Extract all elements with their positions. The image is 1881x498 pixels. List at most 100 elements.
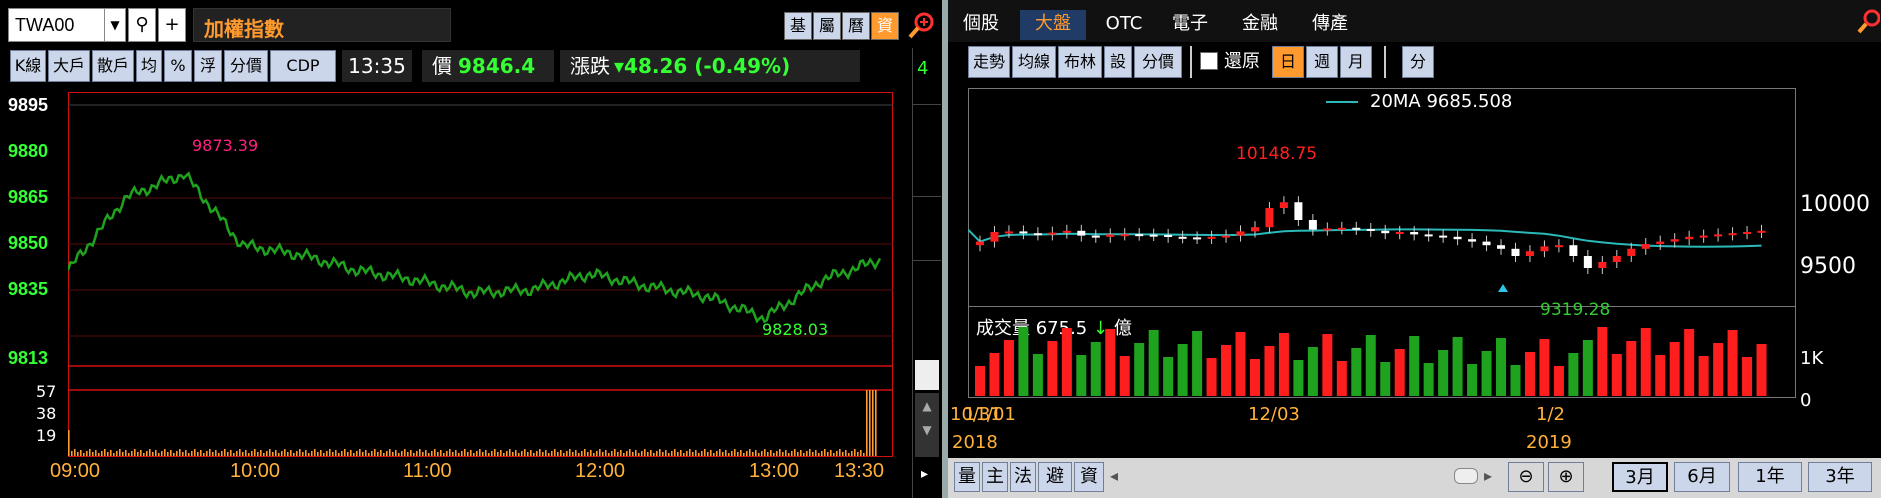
- scroll-thumb-horizontal[interactable]: [1454, 468, 1478, 484]
- period-day-button[interactable]: 日: [1272, 46, 1304, 78]
- volume-bar: [278, 453, 280, 456]
- price-dist-button[interactable]: 分價: [224, 50, 268, 82]
- period-week-button[interactable]: 週: [1306, 46, 1338, 78]
- float-button[interactable]: 浮: [194, 50, 222, 82]
- low-annotation: 9828.03: [762, 320, 829, 339]
- trend-button[interactable]: 走勢: [968, 46, 1010, 78]
- volume-bar: [287, 452, 289, 456]
- volume-bar: [359, 449, 361, 456]
- volume-button[interactable]: 量: [954, 462, 980, 492]
- daily-volume-bar: [1640, 328, 1651, 396]
- candle-body: [1656, 241, 1665, 244]
- candle-body: [1554, 245, 1563, 248]
- ma-button[interactable]: 均線: [1012, 46, 1056, 78]
- scroll-right-icon[interactable]: ▸: [1484, 466, 1492, 485]
- volume-bar: [605, 450, 607, 456]
- symbol-dropdown-button[interactable]: ▼: [104, 8, 126, 42]
- tab-otc[interactable]: OTC: [1096, 10, 1152, 40]
- tab-electronics[interactable]: 電子: [1162, 10, 1218, 40]
- tool-calendar-button[interactable]: 曆: [842, 12, 870, 40]
- volume-bar: [389, 449, 391, 456]
- daily-volume-bar: [1669, 342, 1680, 396]
- candle-body: [1583, 256, 1592, 268]
- volume-bar: [326, 451, 328, 456]
- scroll-left-icon[interactable]: ◂: [1110, 466, 1118, 485]
- scroll-thumb[interactable]: [915, 360, 939, 390]
- tool-info-button[interactable]: 資: [871, 12, 899, 40]
- settings-button[interactable]: 設: [1104, 46, 1132, 78]
- daily-volume-bar: [1713, 343, 1724, 396]
- price-dist-button-right[interactable]: 分價: [1134, 46, 1182, 78]
- range-1y-button[interactable]: 1年: [1738, 462, 1802, 492]
- big-trader-button[interactable]: 大戶: [48, 50, 90, 82]
- retail-button[interactable]: 散戶: [92, 50, 134, 82]
- volume-bar: [644, 449, 646, 456]
- tab-traditional[interactable]: 傳產: [1302, 10, 1358, 40]
- volume-bar: [539, 449, 541, 456]
- volume-bar: [479, 449, 481, 456]
- volume-bar: [380, 450, 382, 456]
- add-button[interactable]: +: [158, 8, 186, 42]
- volume-bar: [500, 450, 502, 456]
- search-button[interactable]: ⚲: [128, 8, 156, 42]
- range-3y-button[interactable]: 3年: [1808, 462, 1872, 492]
- candle-body: [1743, 232, 1752, 234]
- signal-triangle-icon: [1498, 284, 1508, 292]
- candle-body: [1670, 239, 1679, 242]
- scroll-down-icon[interactable]: ▼: [915, 423, 939, 437]
- range-3m-button[interactable]: 3月: [1612, 462, 1668, 492]
- daily-volume-bar: [1119, 356, 1130, 396]
- minute-button[interactable]: 分: [1402, 46, 1434, 78]
- daily-volume-bar: [1003, 340, 1014, 396]
- scroll-right-icon[interactable]: ▸: [921, 466, 928, 482]
- zoom-icon-right[interactable]: [1856, 8, 1881, 40]
- tool-fundamental-button[interactable]: 基: [784, 12, 812, 40]
- daily-volume-bar: [1134, 343, 1145, 396]
- bollinger-button[interactable]: 布林: [1058, 46, 1102, 78]
- volume-bar: [683, 453, 685, 456]
- tab-stock[interactable]: 個股: [956, 10, 1006, 40]
- margin-button[interactable]: 資: [1074, 462, 1104, 492]
- daily-volume-bar: [1163, 357, 1174, 396]
- average-button[interactable]: 均: [136, 50, 162, 82]
- tab-finance[interactable]: 金融: [1232, 10, 1288, 40]
- volume-bar: [761, 451, 763, 456]
- period-month-button[interactable]: 月: [1340, 46, 1372, 78]
- zoom-in-button[interactable]: ⊕: [1548, 462, 1584, 492]
- zoom-out-button[interactable]: ⊖: [1508, 462, 1544, 492]
- volume-bar: [119, 449, 121, 456]
- volume-bar: [173, 453, 175, 456]
- volume-bar: [692, 452, 694, 456]
- hedge-button[interactable]: 避: [1038, 462, 1072, 492]
- candle-body: [1294, 202, 1303, 220]
- side-scrollbar[interactable]: 4 ▲ ▼ ▸: [912, 48, 941, 498]
- candle-body: [1569, 245, 1578, 256]
- scroll-track[interactable]: ▲ ▼: [915, 393, 939, 457]
- candle-body: [1453, 236, 1462, 240]
- volume-bar: [305, 450, 307, 456]
- candle-body: [1757, 230, 1766, 233]
- main-force-button[interactable]: 主: [982, 462, 1008, 492]
- volume-bar: [827, 452, 829, 456]
- volume-bar: [809, 449, 811, 456]
- restore-checkbox[interactable]: [1200, 52, 1218, 70]
- daily-volume-bar: [1351, 348, 1362, 396]
- kline-button[interactable]: K線: [10, 50, 46, 82]
- institution-button[interactable]: 法: [1010, 462, 1036, 492]
- zoom-icon[interactable]: [906, 10, 936, 40]
- volume-bar: [230, 450, 232, 456]
- volume-bar: [503, 453, 505, 456]
- cdp-button[interactable]: CDP: [270, 50, 336, 82]
- tool-attribute-button[interactable]: 屬: [813, 12, 841, 40]
- volume-bar: [167, 452, 169, 456]
- daily-volume-bars: [975, 327, 1767, 396]
- daily-volume-bar: [1047, 341, 1058, 396]
- candle-body: [1627, 248, 1636, 256]
- range-6m-button[interactable]: 6月: [1674, 462, 1730, 492]
- scroll-up-icon[interactable]: ▲: [915, 399, 939, 413]
- tab-market[interactable]: 大盤: [1020, 10, 1086, 40]
- volume-bar: [371, 451, 373, 456]
- volume-bar: [224, 449, 226, 456]
- daily-volume-bar: [1568, 353, 1579, 396]
- percent-button[interactable]: %: [164, 50, 192, 82]
